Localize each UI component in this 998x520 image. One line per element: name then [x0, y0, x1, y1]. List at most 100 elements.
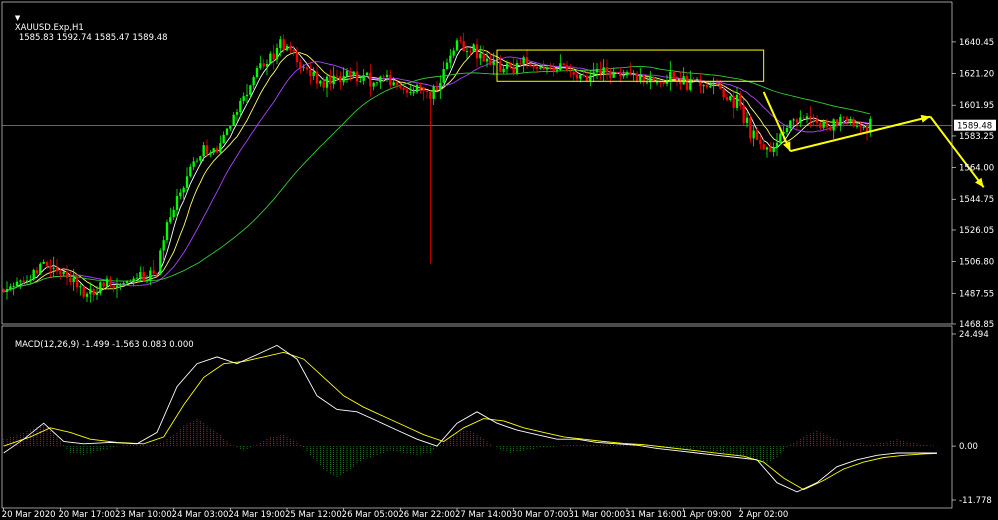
candle-body: [185, 176, 189, 188]
candle-body: [222, 134, 225, 144]
candle-body: [259, 63, 262, 69]
candle-body: [315, 71, 319, 84]
candle-body: [302, 67, 305, 68]
candle-body: [175, 196, 179, 210]
candle-body: [279, 39, 282, 48]
candle-body: [812, 118, 815, 120]
price-chart[interactable]: 1640.45 1621.20 1601.95 1583.25 1564.00 1544.…: [0, 0, 998, 520]
candle-body: [795, 119, 799, 123]
candle-body: [595, 69, 599, 73]
candle-body: [855, 126, 859, 128]
candle-body: [529, 63, 532, 67]
candle-body: [705, 84, 709, 88]
candle-body: [582, 74, 585, 77]
candle-body: [209, 152, 212, 155]
candle-body: [439, 82, 442, 91]
candle-body: [282, 39, 285, 51]
candle-body: [172, 209, 175, 218]
candle-body: [639, 74, 642, 81]
candle-body: [119, 284, 122, 286]
candle-body: [22, 280, 25, 283]
candle-body: [765, 147, 769, 150]
candle-body: [499, 61, 502, 73]
candle-body: [132, 278, 135, 281]
candle-body: [362, 75, 365, 81]
candle-body: [722, 88, 725, 98]
candle-body: [245, 94, 249, 97]
candle-body: [272, 53, 275, 60]
candle-body: [35, 269, 39, 274]
price-tick-label: 1583.25: [959, 132, 994, 142]
candle-body: [809, 116, 812, 119]
time-tick-label: 25 Mar 12:00: [285, 510, 342, 520]
price-tick-label: 1640.45: [959, 38, 994, 48]
candle-body: [419, 84, 422, 88]
candle-body: [449, 55, 452, 63]
candle-body: [545, 67, 549, 70]
candle-body: [475, 44, 479, 59]
candle-body: [735, 94, 739, 108]
price-tick-label: 1487.55: [959, 289, 994, 299]
candle-body: [329, 76, 332, 85]
candle-body: [805, 116, 809, 119]
time-tick-label: 2 Apr 02:00: [738, 510, 788, 520]
candle-body: [292, 49, 295, 52]
candle-body: [622, 75, 625, 77]
candle-body: [125, 280, 129, 283]
time-tick-label: 1 Apr 09:00: [682, 510, 732, 520]
candle-body: [775, 142, 779, 147]
candle-body: [729, 96, 732, 101]
candle-body: [379, 76, 382, 83]
candle-body: [712, 84, 715, 86]
chart-root: 1640.45 1621.20 1601.95 1583.25 1564.00 1544.…: [0, 0, 998, 520]
candle-body: [299, 62, 302, 68]
candle-body: [605, 67, 609, 73]
candle-body: [412, 92, 415, 93]
candle-body: [229, 125, 232, 129]
candle-body: [369, 72, 372, 87]
candle-body: [555, 70, 559, 72]
candle-body: [459, 40, 462, 42]
candle-body: [662, 82, 665, 84]
candle-body: [235, 112, 239, 115]
candle-body: [15, 281, 19, 287]
candle-body: [845, 117, 849, 121]
candle-body: [512, 66, 515, 74]
candle-body: [445, 62, 449, 69]
price-tick-label: 1468.85: [959, 320, 994, 330]
candle-body: [415, 84, 419, 93]
candle-body: [149, 270, 152, 281]
candle-body: [852, 119, 855, 127]
candle-body: [472, 44, 475, 52]
candle-body: [295, 51, 299, 63]
candle-body: [769, 147, 772, 152]
time-tick-label: 26 Mar 05:00: [342, 510, 399, 520]
candle-body: [405, 89, 409, 93]
candle-body: [575, 74, 579, 79]
candle-body: [115, 285, 119, 289]
candle-body: [532, 66, 535, 67]
candle-body: [62, 271, 65, 275]
candle-body: [792, 119, 795, 121]
dropdown-triangle-icon[interactable]: ▼: [15, 14, 20, 22]
candle-body: [219, 143, 222, 153]
candle-body: [289, 45, 292, 50]
candle-body: [5, 289, 9, 293]
candle-body: [165, 222, 169, 241]
candle-body: [65, 271, 69, 278]
candle-body: [509, 63, 512, 67]
candle-body: [319, 80, 322, 84]
candle-body: [465, 51, 469, 52]
candle-body: [2, 289, 5, 293]
candle-body: [182, 187, 185, 193]
candle-body: [275, 47, 279, 60]
candle-body: [535, 66, 539, 69]
candle-body: [142, 272, 145, 282]
candle-body: [395, 82, 399, 86]
candle-body: [322, 80, 325, 88]
time-tick-label: 27 Mar 14:00: [455, 510, 512, 520]
candle-body: [169, 217, 172, 223]
candle-body: [72, 277, 75, 283]
price-tick-label: 1621.20: [959, 70, 994, 80]
candle-body: [702, 84, 705, 87]
